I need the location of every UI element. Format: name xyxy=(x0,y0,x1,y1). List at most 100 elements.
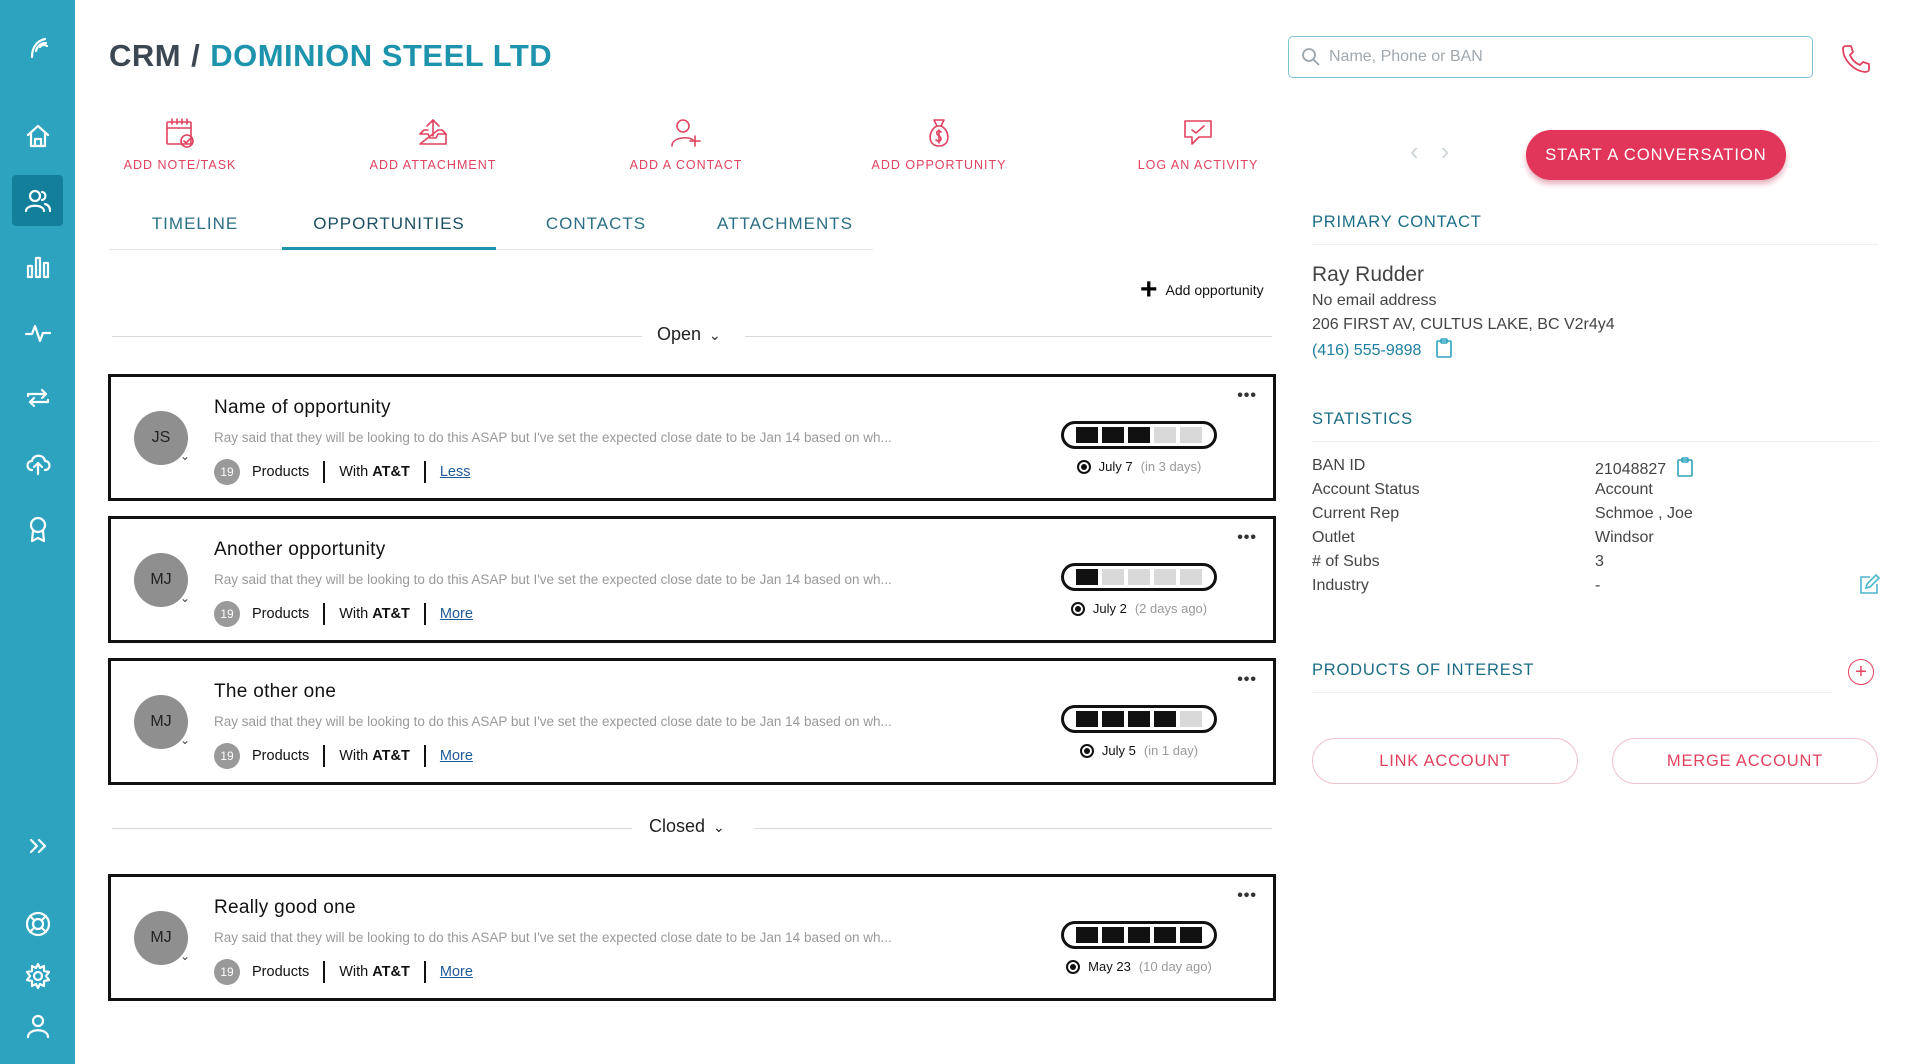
cloud-upload-icon[interactable] xyxy=(12,437,63,488)
closed-section-label: Closed xyxy=(649,816,706,836)
avatar: MJ ⌄ xyxy=(134,553,190,607)
progress-segment-empty xyxy=(1180,711,1202,727)
divider-line xyxy=(754,828,1272,829)
divider-line xyxy=(745,336,1272,337)
progress-segment-filled xyxy=(1102,927,1124,943)
opportunity-card[interactable]: MJ ⌄ The other one Ray said that they wil… xyxy=(108,658,1276,785)
link-account-button[interactable]: LINK ACCOUNT xyxy=(1312,738,1578,784)
closed-section-toggle[interactable]: Closed ⌄ xyxy=(649,816,725,837)
add-contact-button[interactable]: ADD A CONTACT xyxy=(586,116,786,172)
more-options-icon[interactable]: ••• xyxy=(1237,387,1257,405)
carrier-name: AT&T xyxy=(372,964,410,980)
plus-icon: + xyxy=(1140,273,1158,306)
opportunity-description: Ray said that they will be looking to do… xyxy=(214,430,892,445)
stat-row-industry: Industry - xyxy=(1312,577,1878,601)
settings-icon[interactable] xyxy=(12,950,63,1001)
tab-timeline[interactable]: TIMELINE xyxy=(109,214,281,250)
users-icon[interactable] xyxy=(12,175,63,226)
progress-indicator xyxy=(1061,421,1217,449)
toggle-details-link[interactable]: More xyxy=(440,748,473,764)
target-icon xyxy=(1070,601,1085,616)
primary-contact-heading: PRIMARY CONTACT xyxy=(1312,213,1878,245)
sync-icon[interactable] xyxy=(12,372,63,423)
clipboard-icon[interactable] xyxy=(1676,457,1694,482)
help-icon[interactable] xyxy=(12,898,63,949)
avatar: MJ ⌄ xyxy=(134,911,190,965)
opportunity-card[interactable]: MJ ⌄ Another opportunity Ray said that th… xyxy=(108,516,1276,643)
chevron-right-icon[interactable]: › xyxy=(1441,136,1450,166)
chevron-left-icon[interactable]: ‹ xyxy=(1410,136,1419,166)
breadcrumb-company: DOMINION STEEL LTD xyxy=(210,38,553,73)
phone-button[interactable] xyxy=(1838,40,1874,76)
add-note-task-button[interactable]: ADD NOTE/TASK xyxy=(80,116,280,172)
contact-name: Ray Rudder xyxy=(1312,263,1425,286)
open-section-divider: Open ⌄ xyxy=(112,324,1272,348)
add-product-icon[interactable]: + xyxy=(1848,659,1874,685)
separator xyxy=(323,603,326,625)
separator xyxy=(423,603,426,625)
start-conversation-button[interactable]: START A CONVERSATION xyxy=(1526,130,1786,180)
product-count-badge: 19 xyxy=(214,959,240,985)
more-options-icon[interactable]: ••• xyxy=(1237,887,1257,905)
close-date-relative: (2 days ago) xyxy=(1134,601,1208,616)
stat-row-current-rep: Current Rep Schmoe , Joe xyxy=(1312,505,1878,529)
logo-icon[interactable] xyxy=(12,22,63,73)
opportunity-title: Name of opportunity xyxy=(214,397,391,418)
target-icon xyxy=(1076,459,1091,474)
log-activity-button[interactable]: LOG AN ACTIVITY xyxy=(1098,116,1298,172)
tab-opportunities[interactable]: OPPORTUNITIES xyxy=(282,214,496,250)
stat-row-subs: # of Subs 3 xyxy=(1312,553,1878,577)
separator xyxy=(423,461,426,483)
phone-icon xyxy=(1842,45,1870,73)
tab-contacts[interactable]: CONTACTS xyxy=(501,214,691,250)
stat-row-outlet: Outlet Windsor xyxy=(1312,529,1878,553)
stat-label: BAN ID xyxy=(1312,457,1366,474)
edit-icon[interactable] xyxy=(1858,573,1881,596)
toggle-details-link[interactable]: More xyxy=(440,606,473,622)
search-box[interactable] xyxy=(1288,36,1813,78)
with-label: With xyxy=(339,748,369,764)
chevron-down-icon: ⌄ xyxy=(179,733,190,747)
more-options-icon[interactable]: ••• xyxy=(1237,671,1257,689)
divider-line xyxy=(112,336,642,337)
stat-value: 3 xyxy=(1595,553,1604,570)
add-opportunity-action-button[interactable]: ADD OPPORTUNITY xyxy=(839,116,1039,172)
close-date-value: July 7 xyxy=(1098,459,1133,474)
stat-value: - xyxy=(1595,577,1601,594)
contact-phone[interactable]: (416) 555-9898 xyxy=(1312,342,1421,360)
add-user-icon xyxy=(671,119,701,147)
progress-segment-empty xyxy=(1154,427,1176,443)
breadcrumb-root[interactable]: CRM xyxy=(109,38,181,73)
upload-tray-icon xyxy=(419,119,447,145)
toggle-details-link[interactable]: Less xyxy=(440,464,471,480)
add-attachment-button[interactable]: ADD ATTACHMENT xyxy=(333,116,533,172)
opportunity-card[interactable]: MJ ⌄ Really good one Ray said that they w… xyxy=(108,874,1276,1001)
action-label: ADD NOTE/TASK xyxy=(123,158,237,172)
more-options-icon[interactable]: ••• xyxy=(1237,529,1257,547)
carrier-name: AT&T xyxy=(372,464,410,480)
open-section-toggle[interactable]: Open ⌄ xyxy=(657,324,721,345)
progress-segment-filled xyxy=(1128,711,1150,727)
toggle-details-link[interactable]: More xyxy=(440,964,473,980)
tab-attachments[interactable]: ATTACHMENTS xyxy=(691,214,879,250)
avatar-initials: MJ xyxy=(150,929,172,946)
tab-bar: TIMELINE OPPORTUNITIES CONTACTS ATTACHME… xyxy=(109,212,873,250)
separator xyxy=(423,961,426,983)
profile-icon[interactable] xyxy=(12,1000,63,1051)
expand-icon[interactable] xyxy=(12,820,63,871)
close-date-value: July 2 xyxy=(1092,601,1127,616)
opportunity-card[interactable]: JS ⌄ Name of opportunity Ray said that th… xyxy=(108,374,1276,501)
stat-value: Windsor xyxy=(1595,529,1654,546)
merge-account-button[interactable]: MERGE ACCOUNT xyxy=(1612,738,1878,784)
clipboard-icon[interactable] xyxy=(1435,338,1453,363)
add-opportunity-button[interactable]: + Add opportunity xyxy=(1140,273,1264,306)
action-label: ADD ATTACHMENT xyxy=(369,158,497,172)
activity-icon[interactable] xyxy=(12,307,63,358)
progress-segment-filled xyxy=(1154,927,1176,943)
opportunity-title: Another opportunity xyxy=(214,539,386,560)
award-icon[interactable] xyxy=(12,503,63,554)
home-icon[interactable] xyxy=(12,110,63,161)
bar-chart-icon[interactable] xyxy=(12,241,63,292)
search-input[interactable] xyxy=(1329,48,1789,66)
chevron-down-icon: ⌄ xyxy=(713,819,725,835)
